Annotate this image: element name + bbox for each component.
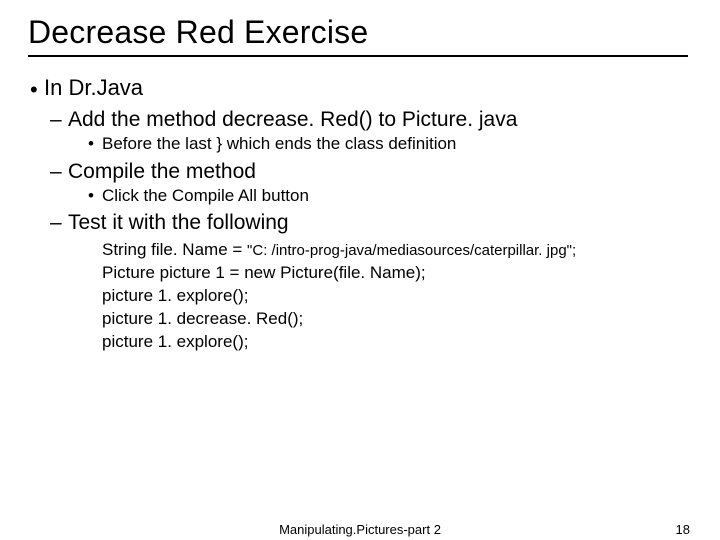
code-block: String file. Name = "C: /intro-prog-java… <box>102 239 692 354</box>
slide-content: •In Dr.Java –Add the method decrease. Re… <box>28 75 692 354</box>
sub1-detail-text: Before the last } which ends the class d… <box>102 134 456 153</box>
dot-bullet-icon: • <box>88 186 102 206</box>
code-line: String file. Name = "C: /intro-prog-java… <box>102 239 692 262</box>
dash-bullet-icon: – <box>50 160 68 184</box>
bullet-level1: •In Dr.Java <box>28 75 692 102</box>
code-l1a: String file. Name = <box>102 240 247 259</box>
title-underline <box>28 55 688 57</box>
code-l1b: "C: /intro-prog-java/mediasources/caterp… <box>247 242 576 259</box>
sub1-text: Add the method decrease. Red() to Pictur… <box>68 108 517 131</box>
code-line: Picture picture 1 = new Picture(file. Na… <box>102 262 692 285</box>
bullet-level2: –Compile the method <box>68 160 692 184</box>
footer-center-text: Manipulating.Pictures-part 2 <box>279 522 441 537</box>
bullet-level2: –Add the method decrease. Red() to Pictu… <box>68 108 692 132</box>
bullet1-text: In Dr.Java <box>44 75 143 100</box>
slide-title: Decrease Red Exercise <box>28 14 692 51</box>
bullet-level2: –Test it with the following <box>68 211 692 235</box>
sub2-detail-text: Click the Compile All button <box>102 186 309 205</box>
disc-bullet-icon: • <box>30 77 44 102</box>
code-line: picture 1. decrease. Red(); <box>102 308 692 331</box>
code-line: picture 1. explore(); <box>102 285 692 308</box>
bullet-level3: •Before the last } which ends the class … <box>102 134 692 154</box>
bullet-level3: •Click the Compile All button <box>102 186 692 206</box>
dash-bullet-icon: – <box>50 211 68 235</box>
page-number: 18 <box>676 522 690 537</box>
dot-bullet-icon: • <box>88 134 102 154</box>
sub3-text: Test it with the following <box>68 211 289 234</box>
dash-bullet-icon: – <box>50 108 68 132</box>
sub2-text: Compile the method <box>68 160 256 183</box>
code-line: picture 1. explore(); <box>102 331 692 354</box>
slide: Decrease Red Exercise •In Dr.Java –Add t… <box>0 0 720 540</box>
